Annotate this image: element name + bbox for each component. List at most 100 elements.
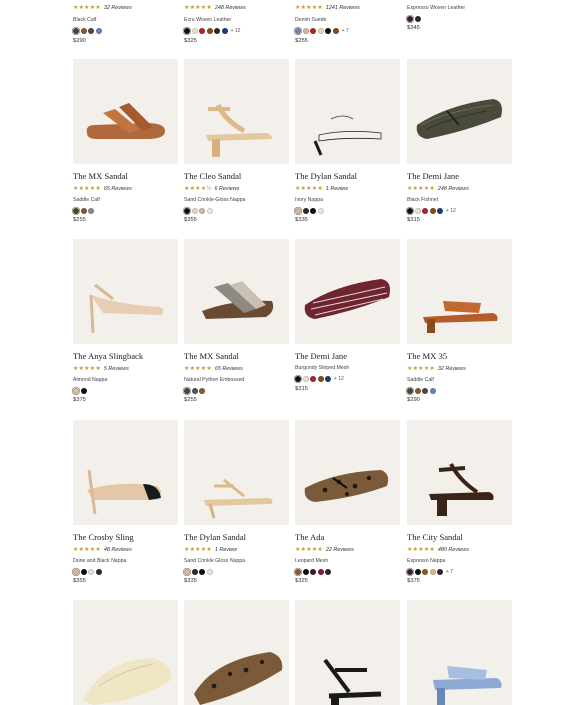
rating[interactable]: ★★★★★ 5 Reviews (73, 365, 129, 373)
color-swatch[interactable] (184, 568, 190, 575)
product-name[interactable]: The Dylan Sandal (184, 532, 246, 542)
color-swatch[interactable] (73, 568, 79, 575)
product-image[interactable] (295, 59, 400, 164)
product-image[interactable] (407, 600, 512, 705)
color-swatch[interactable] (199, 27, 206, 34)
rating[interactable]: ★★★★★ 32 Reviews (407, 365, 466, 373)
rating[interactable]: ★★★★★ 1 Review (295, 185, 348, 193)
product-card[interactable]: The MX 35 ★★★★★ 32 Reviews Saddle Calf $290 (407, 239, 512, 409)
more-colors-count[interactable]: + 7 (446, 569, 453, 575)
color-swatch[interactable] (295, 375, 301, 382)
product-card[interactable]: The MX Sandal ★★★★★ 65 Reviews Natural Pyth… (184, 239, 289, 409)
color-swatch[interactable] (184, 27, 190, 34)
product-image[interactable] (73, 600, 178, 705)
color-swatch[interactable] (407, 387, 413, 394)
rating[interactable]: ★★★★★ 48 Reviews (73, 546, 132, 554)
more-colors-count[interactable]: + 12 (446, 208, 456, 214)
color-swatch[interactable] (429, 207, 436, 214)
color-swatch[interactable] (206, 568, 213, 575)
product-card[interactable]: The Ada ★★★★★ 22 Reviews Leopard Mesh $325 (295, 420, 400, 590)
color-swatch[interactable] (317, 207, 324, 214)
color-swatch[interactable] (80, 27, 87, 34)
color-swatch[interactable] (88, 568, 95, 575)
color-swatch[interactable] (437, 207, 444, 214)
product-image[interactable] (184, 600, 289, 705)
color-swatch[interactable] (310, 27, 317, 34)
product-name[interactable]: The Anya Slingback (73, 351, 143, 361)
more-colors-count[interactable]: + 12 (231, 28, 241, 34)
color-swatch[interactable] (310, 207, 317, 214)
product-card[interactable]: The Anya Slingback ★★★★★ 5 Reviews Almond N… (73, 239, 178, 409)
color-swatch[interactable] (184, 207, 190, 214)
color-swatch[interactable] (302, 568, 309, 575)
color-swatch[interactable] (199, 207, 206, 214)
color-swatch[interactable] (310, 375, 317, 382)
product-image[interactable] (73, 420, 178, 525)
rating[interactable]: ★★★★★ 248 Reviews (184, 4, 246, 12)
color-swatch[interactable] (206, 27, 213, 34)
rating[interactable]: ★★★★★ 248 Reviews (407, 185, 469, 193)
product-card[interactable]: The Demi Jane ★★★★★ 248 Reviews Black Fishn… (407, 59, 512, 229)
product-card[interactable] (184, 600, 289, 705)
product-name[interactable]: The MX 35 (407, 351, 447, 361)
color-swatch[interactable] (191, 568, 198, 575)
color-swatch[interactable] (214, 27, 221, 34)
rating[interactable]: ★★★★★ 480 Reviews (407, 546, 469, 554)
product-image[interactable] (407, 420, 512, 525)
product-card[interactable]: The Dylan Sandal ★★★★★ 1 Review Ivory Nappa… (295, 59, 400, 229)
color-swatch[interactable] (191, 387, 198, 394)
color-swatch[interactable] (422, 568, 429, 575)
product-image[interactable] (184, 59, 289, 164)
product-image[interactable] (295, 420, 400, 525)
product-name[interactable]: The Cleo Sandal (184, 171, 241, 181)
product-name[interactable]: The MX Sandal (73, 171, 128, 181)
color-swatch[interactable] (422, 207, 429, 214)
color-swatch[interactable] (332, 27, 339, 34)
color-swatch[interactable] (407, 15, 413, 22)
color-swatch[interactable] (88, 27, 95, 34)
color-swatch[interactable] (88, 207, 95, 214)
product-image[interactable] (184, 239, 289, 344)
color-swatch[interactable] (95, 27, 102, 34)
color-swatch[interactable] (317, 375, 324, 382)
color-swatch[interactable] (206, 207, 213, 214)
rating[interactable]: ★★★★★ 32 Reviews (73, 4, 132, 12)
color-swatch[interactable] (325, 375, 332, 382)
product-card[interactable]: The Cleo Sandal ★★★★½ 6 Reviews Sand Crinkl… (184, 59, 289, 229)
color-swatch[interactable] (73, 27, 79, 34)
color-swatch[interactable] (184, 387, 190, 394)
color-swatch[interactable] (302, 207, 309, 214)
product-image[interactable] (184, 420, 289, 525)
color-swatch[interactable] (437, 568, 444, 575)
product-name[interactable]: The MX Sandal (184, 351, 239, 361)
product-name[interactable]: The Ada (295, 532, 324, 542)
product-card[interactable] (407, 600, 512, 705)
color-swatch[interactable] (429, 568, 436, 575)
color-swatch[interactable] (295, 207, 301, 214)
color-swatch[interactable] (310, 568, 317, 575)
color-swatch[interactable] (199, 568, 206, 575)
color-swatch[interactable] (317, 568, 324, 575)
color-swatch[interactable] (80, 387, 87, 394)
product-image[interactable] (407, 239, 512, 344)
color-swatch[interactable] (199, 387, 206, 394)
color-swatch[interactable] (414, 15, 421, 22)
product-name[interactable]: The Demi Jane (295, 351, 347, 361)
rating[interactable]: ★★★★★ 65 Reviews (184, 365, 243, 373)
more-colors-count[interactable]: + 12 (334, 376, 344, 382)
color-swatch[interactable] (317, 27, 324, 34)
color-swatch[interactable] (191, 207, 198, 214)
rating[interactable]: ★★★★½ 6 Reviews (184, 185, 239, 193)
product-name[interactable]: The Dylan Sandal (295, 171, 357, 181)
color-swatch[interactable] (191, 27, 198, 34)
color-swatch[interactable] (429, 387, 436, 394)
product-card[interactable]: The City Sandal ★★★★★ 480 Reviews Espresso … (407, 420, 512, 590)
rating[interactable]: ★★★★★ 22 Reviews (295, 546, 354, 554)
color-swatch[interactable] (80, 568, 87, 575)
rating[interactable]: ★★★★★ 1 Review (184, 546, 237, 554)
color-swatch[interactable] (407, 568, 413, 575)
color-swatch[interactable] (414, 387, 421, 394)
color-swatch[interactable] (221, 27, 228, 34)
product-image[interactable] (295, 600, 400, 705)
rating[interactable]: ★★★★★ 1241 Reviews (295, 4, 360, 12)
